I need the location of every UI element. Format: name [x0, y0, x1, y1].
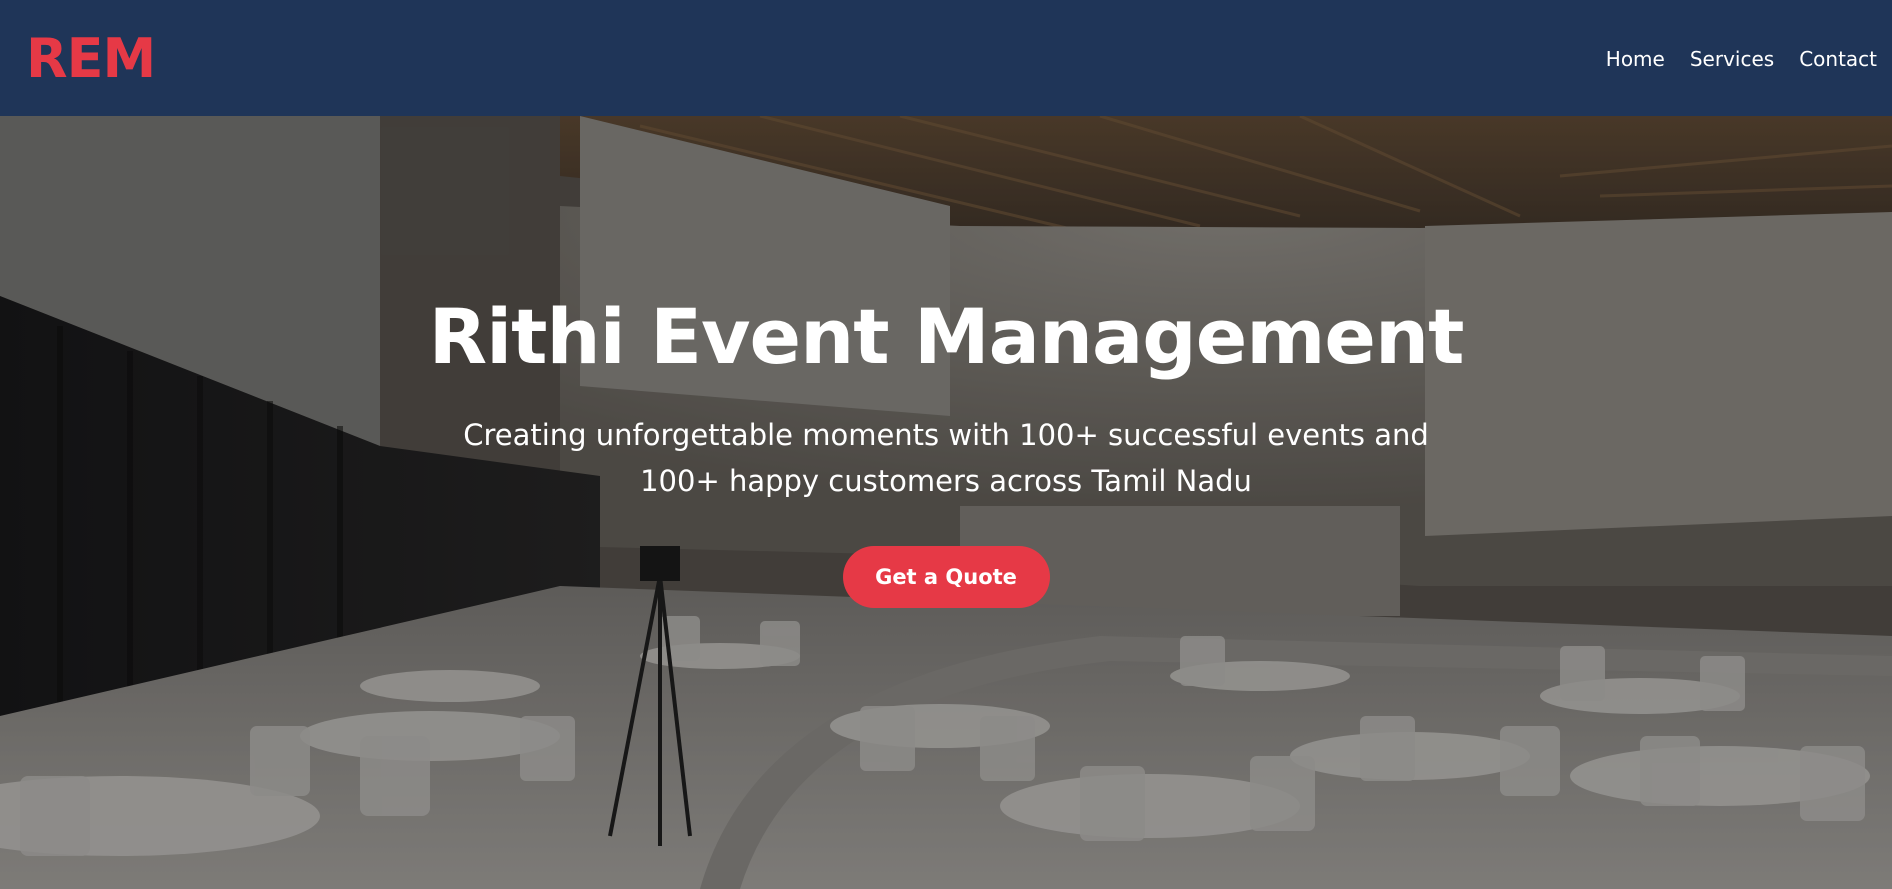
logo[interactable]: REM: [26, 27, 156, 90]
hero-subtitle: Creating unforgettable moments with 100+…: [463, 418, 1429, 498]
nav-link-contact[interactable]: Contact: [1799, 47, 1877, 71]
nav-link-home[interactable]: Home: [1606, 47, 1665, 71]
hero-content: Rithi Event Management Creating unforget…: [0, 116, 1892, 889]
main-nav: Home Services Contact: [1606, 47, 1877, 71]
hero-section: Rithi Event Management Creating unforget…: [0, 116, 1892, 889]
nav-link-services[interactable]: Services: [1690, 47, 1774, 71]
get-a-quote-button[interactable]: Get a Quote: [842, 546, 1050, 608]
site-header: REM Home Services Contact: [0, 0, 1892, 116]
hero-title: Rithi Event Management: [428, 292, 1465, 381]
